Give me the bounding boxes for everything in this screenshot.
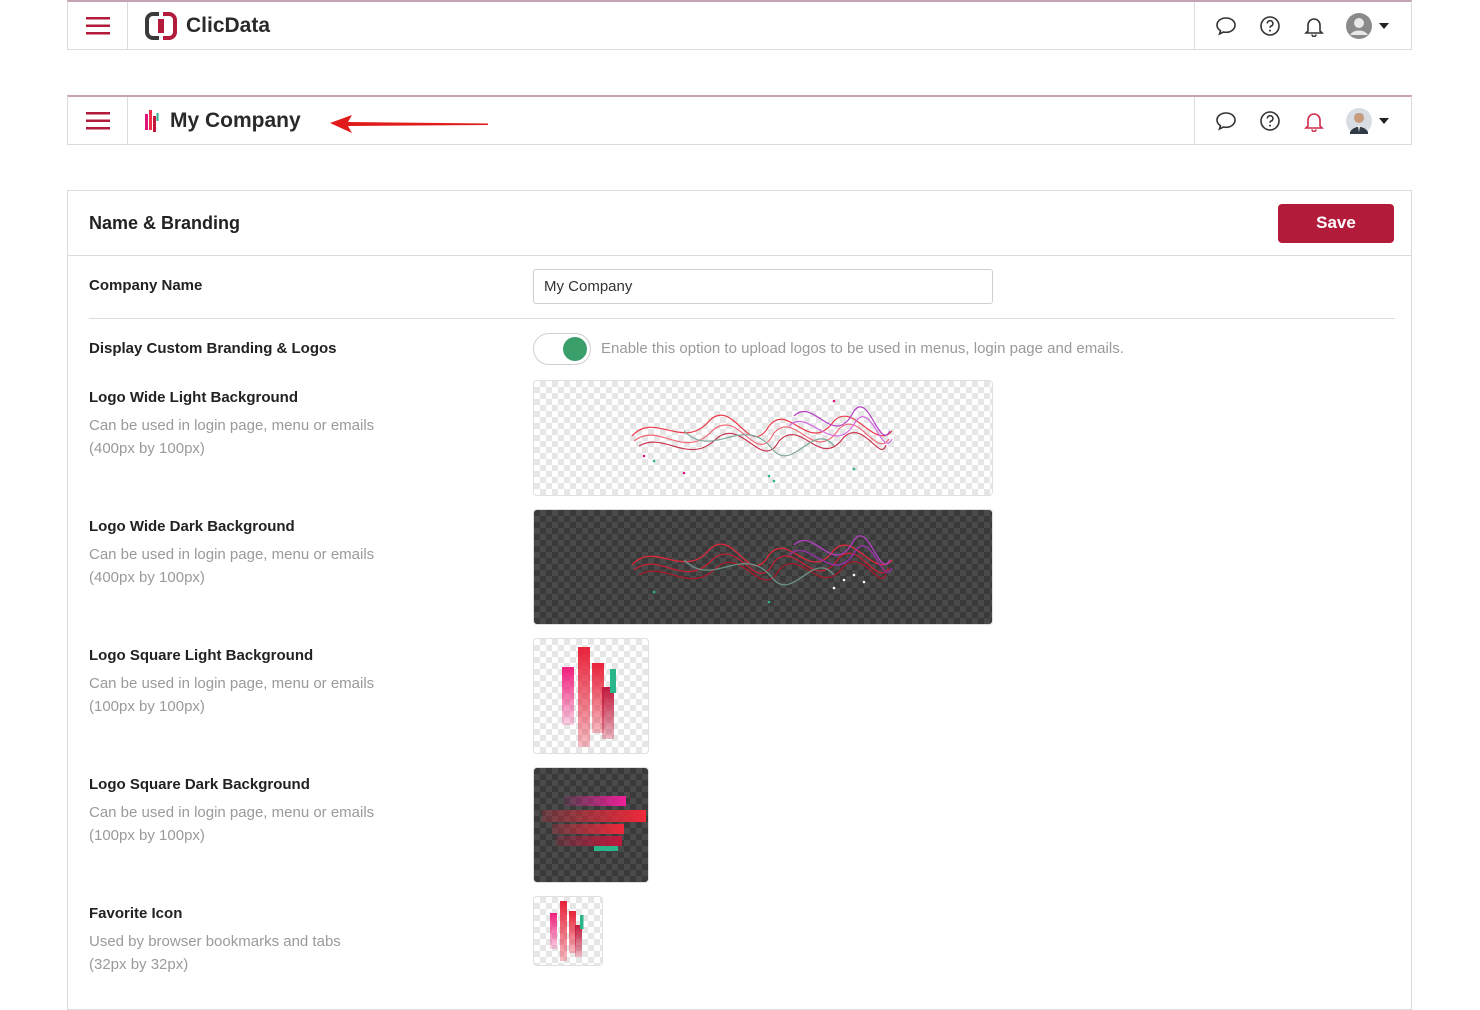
company-name-input[interactable] (533, 269, 993, 304)
notifications-button[interactable] (1301, 13, 1327, 39)
logo-label: Logo Square Light Background (89, 647, 314, 664)
logo-size-text: (400px by 100px) (89, 569, 205, 586)
logo-desc: Can be used in login page, menu or email… (89, 672, 374, 718)
menu-icon (85, 111, 110, 129)
help-button[interactable] (1257, 108, 1283, 134)
logo-desc-line: Can be used in login page, menu or email… (89, 675, 375, 692)
logo-square-dark-upload[interactable] (533, 767, 649, 883)
help-icon (1260, 15, 1280, 36)
logo-desc-line: Can be used in login page, menu or email… (89, 546, 375, 563)
menu-button[interactable] (68, 97, 128, 144)
logo-desc: Can be used in login page, menu or email… (89, 414, 374, 460)
menu-button[interactable] (68, 2, 128, 49)
company-name-label: Company Name (89, 277, 203, 294)
logo-square-light-row: Logo Square Light Background Can be used… (89, 647, 374, 718)
bell-icon (1304, 17, 1324, 37)
panel-title: Name & Branding (89, 212, 241, 233)
clicdata-top-bar: ClicData (67, 0, 1412, 50)
logo-label: Logo Wide Dark Background (89, 518, 295, 535)
wave-logo-image (631, 535, 893, 604)
notifications-button[interactable] (1301, 108, 1327, 134)
menu-icon (85, 16, 110, 34)
bell-icon (1304, 112, 1324, 132)
favorite-icon-row: Favorite Icon Used by browser bookmarks … (89, 905, 341, 976)
caret-down-icon (1379, 22, 1389, 29)
divider (89, 318, 1395, 319)
logo-label: Logo Wide Light Background (89, 389, 299, 406)
branding-row: Display Custom Branding & Logos (89, 340, 337, 357)
logo-desc: Can be used in login page, menu or email… (89, 543, 374, 589)
top-actions (1194, 2, 1411, 49)
logo-label: Favorite Icon (89, 905, 183, 922)
company-name-row: Company Name (89, 277, 202, 294)
company-actions (1194, 97, 1411, 144)
logo-size-text: (100px by 100px) (89, 698, 205, 715)
name-branding-panel: Name & Branding Save Company Name Displa… (67, 190, 1412, 1010)
branding-label: Display Custom Branding & Logos (89, 340, 337, 357)
logo-wide-light-upload[interactable] (533, 380, 993, 496)
logo-square-dark-row: Logo Square Dark Background Can be used … (89, 776, 374, 847)
wave-logo-image (631, 399, 893, 483)
favicon-image (550, 901, 584, 961)
logo-desc: Used by browser bookmarks and tabs (32px… (89, 930, 341, 976)
chat-button[interactable] (1213, 13, 1239, 39)
company-brand[interactable]: My Company (128, 97, 1194, 144)
logo-label: Logo Square Dark Background (89, 776, 310, 793)
save-button[interactable]: Save (1278, 203, 1394, 243)
logo-desc-line: Can be used in login page, menu or email… (89, 804, 375, 821)
company-top-bar: My Company (67, 95, 1412, 145)
company-logo-icon (145, 109, 159, 132)
logo-size-text: (100px by 100px) (89, 827, 205, 844)
horizontal-bars-logo-image (542, 796, 646, 851)
company-name-title: My Company (170, 108, 301, 132)
logo-wide-dark-row: Logo Wide Dark Background Can be used in… (89, 518, 374, 589)
branding-toggle[interactable] (533, 333, 591, 365)
chat-button[interactable] (1213, 108, 1239, 134)
brand-name: ClicData (186, 13, 271, 37)
logo-desc: Can be used in login page, menu or email… (89, 801, 374, 847)
toggle-knob (563, 337, 587, 361)
logo-desc-line: Can be used in login page, menu or email… (89, 417, 375, 434)
chat-icon (1216, 111, 1236, 131)
logo-size-text: (32px by 32px) (89, 956, 189, 973)
help-icon (1260, 110, 1280, 131)
panel-header: Name & Branding Save (68, 191, 1411, 256)
help-button[interactable] (1257, 13, 1283, 39)
logo-square-light-upload[interactable] (533, 638, 649, 754)
favorite-icon-upload[interactable] (533, 896, 603, 966)
square-bars-logo-image (562, 647, 616, 747)
user-menu[interactable] (1345, 12, 1389, 40)
user-menu[interactable] (1345, 107, 1389, 135)
user-photo-avatar (1346, 107, 1372, 134)
chat-icon (1216, 16, 1236, 36)
logo-size-text: (400px by 100px) (89, 440, 205, 457)
logo-desc-line: Used by browser bookmarks and tabs (89, 933, 341, 950)
user-avatar-icon (1346, 12, 1372, 39)
clicdata-logo-icon (145, 11, 177, 40)
brand[interactable]: ClicData (128, 2, 1194, 49)
caret-down-icon (1379, 117, 1389, 124)
logo-wide-dark-upload[interactable] (533, 509, 993, 625)
red-arrow-left-icon (330, 115, 488, 133)
logo-wide-light-row: Logo Wide Light Background Can be used i… (89, 389, 374, 460)
branding-help-text: Enable this option to upload logos to be… (601, 340, 1124, 357)
